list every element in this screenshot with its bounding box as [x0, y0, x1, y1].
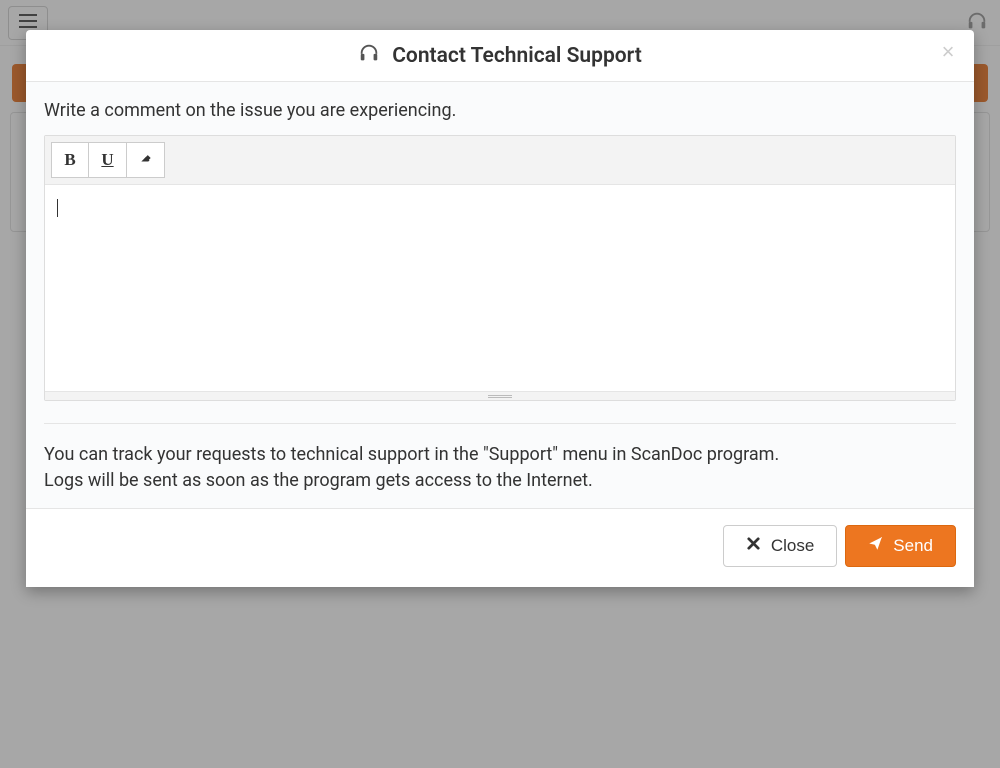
- editor-toolbar: B U: [45, 136, 955, 185]
- text-cursor: [57, 199, 58, 217]
- grip-icon: [488, 395, 512, 398]
- close-icon-button[interactable]: ×: [936, 40, 960, 64]
- paper-plane-icon: [868, 536, 883, 556]
- underline-button[interactable]: U: [89, 142, 127, 178]
- close-x-icon: [746, 536, 761, 556]
- underline-icon: U: [101, 150, 113, 170]
- close-button-label: Close: [771, 536, 814, 556]
- info-line-2: Logs will be sent as soon as the program…: [44, 468, 956, 494]
- modal-title-text: Contact Technical Support: [392, 44, 642, 68]
- info-text: You can track your requests to technical…: [44, 442, 956, 494]
- info-line-1: You can track your requests to technical…: [44, 442, 956, 468]
- send-button-label: Send: [893, 536, 933, 556]
- modal-header: Contact Technical Support ×: [26, 30, 974, 82]
- divider: [44, 423, 956, 424]
- bold-icon: B: [64, 150, 75, 170]
- modal-footer: Close Send: [26, 508, 974, 587]
- comment-editor[interactable]: [45, 185, 955, 391]
- modal-body: Write a comment on the issue you are exp…: [26, 82, 974, 508]
- editor-wrap: B U: [44, 135, 956, 401]
- eraser-button[interactable]: [127, 142, 165, 178]
- close-icon: ×: [942, 41, 955, 63]
- resize-handle[interactable]: [45, 391, 955, 400]
- modal-title: Contact Technical Support: [358, 42, 642, 70]
- support-modal: Contact Technical Support × Write a comm…: [26, 30, 974, 587]
- bold-button[interactable]: B: [51, 142, 89, 178]
- eraser-icon: [139, 150, 153, 170]
- send-button[interactable]: Send: [845, 525, 956, 567]
- modal-overlay[interactable]: Contact Technical Support × Write a comm…: [0, 0, 1000, 768]
- headset-icon: [358, 42, 380, 70]
- close-button[interactable]: Close: [723, 525, 837, 567]
- prompt-text: Write a comment on the issue you are exp…: [44, 100, 956, 121]
